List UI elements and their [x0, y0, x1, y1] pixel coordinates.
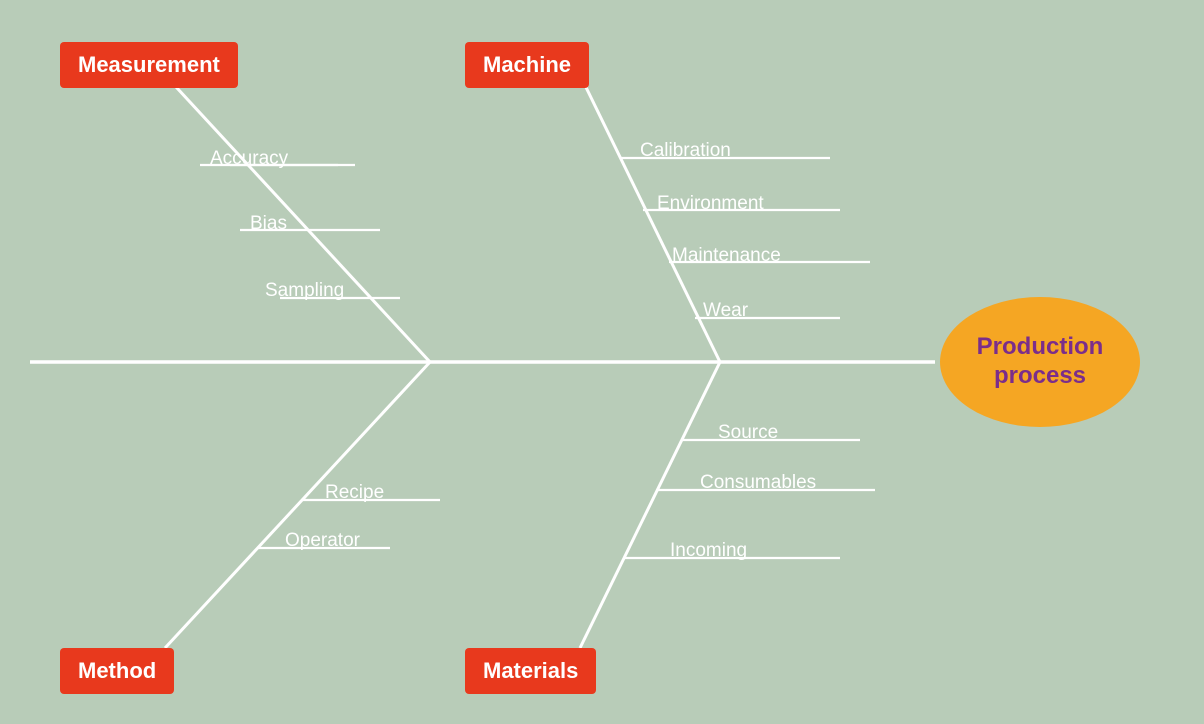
measurement-box: Measurement	[60, 42, 238, 88]
materials-label: Materials	[483, 658, 578, 683]
machine-label: Machine	[483, 52, 571, 77]
method-box: Method	[60, 648, 174, 694]
production-process-ellipse: Production process	[930, 297, 1150, 427]
method-label: Method	[78, 658, 156, 683]
recipe-label: Recipe	[325, 482, 384, 504]
wear-label: Wear	[703, 300, 748, 322]
environment-label: Environment	[657, 193, 764, 215]
sampling-label: Sampling	[265, 280, 344, 302]
maintenance-label: Maintenance	[672, 245, 781, 267]
machine-box: Machine	[465, 42, 589, 88]
incoming-label: Incoming	[670, 540, 747, 562]
bias-label: Bias	[250, 213, 287, 235]
consumables-label: Consumables	[700, 472, 816, 494]
accuracy-label: Accuracy	[210, 148, 288, 170]
measurement-label: Measurement	[78, 52, 220, 77]
materials-box: Materials	[465, 648, 596, 694]
production-process-label: Production process	[940, 333, 1140, 391]
operator-label: Operator	[285, 530, 360, 552]
source-label: Source	[718, 422, 778, 444]
calibration-label: Calibration	[640, 140, 731, 162]
